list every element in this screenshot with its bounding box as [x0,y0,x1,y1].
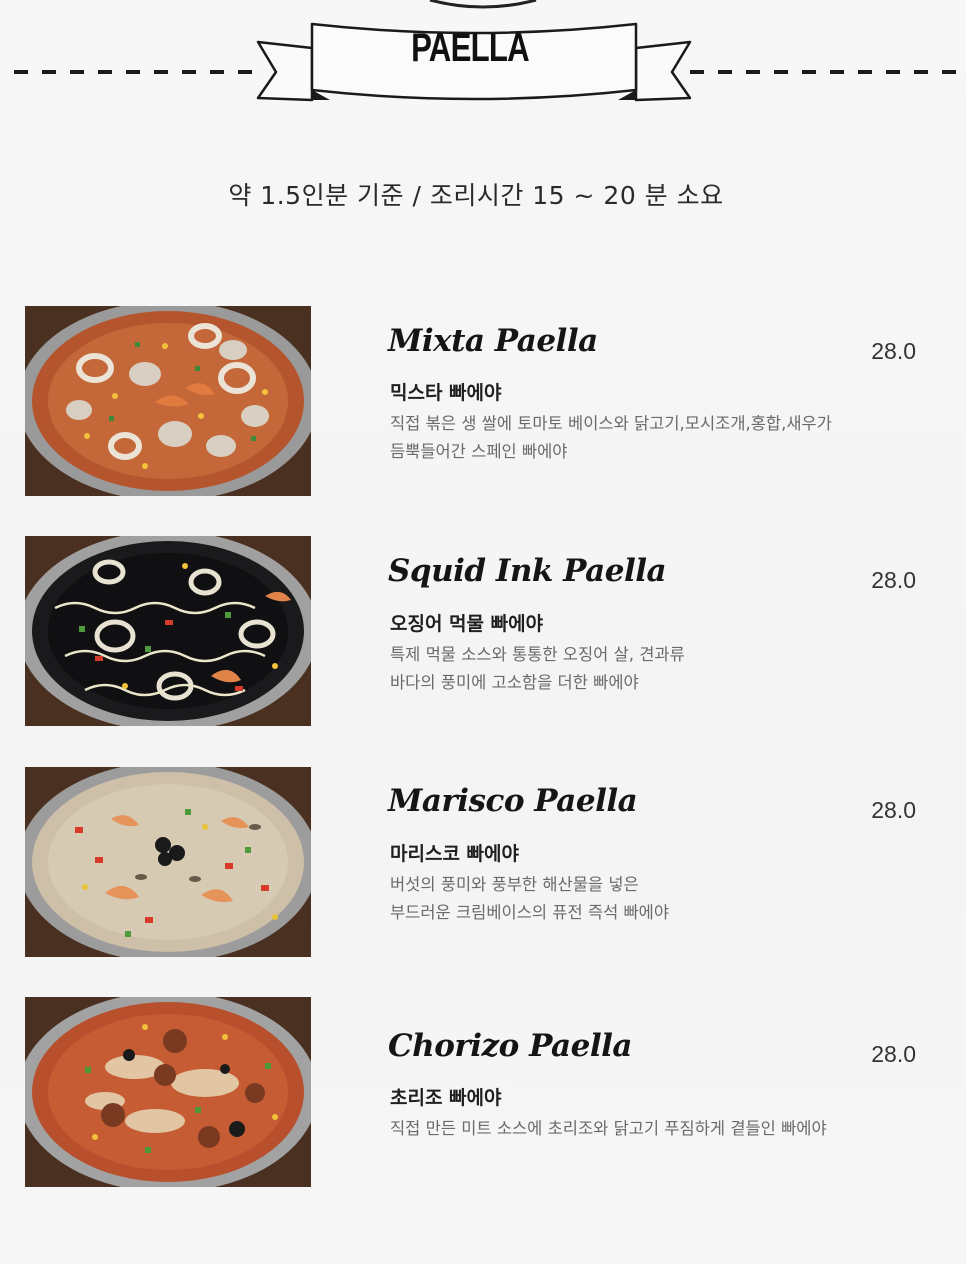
header-banner: PAELLA [0,0,966,130]
item-name: Marisco Paella [388,783,638,819]
description-line: 버섯의 풍미와 풍부한 해산물을 넣은 [390,875,639,894]
description-line: 특제 먹물 소스와 통통한 오징어 살, 견과류 [390,645,685,664]
item-description: 직접 볶은 생 쌀에 토마토 베이스와 닭고기,모시조개,홍합,새우가 듬뿍들어… [390,410,930,466]
description-line: 직접 만든 미트 소스에 초리조와 닭고기 푸짐하게 곁들인 빠에야 [390,1119,827,1138]
item-name: Mixta Paella [388,323,598,359]
item-korean-name: 오징어 먹물 빠에야 [390,613,544,635]
page-title: PAELLA [411,26,530,70]
item-name: Squid Ink Paella [388,553,667,589]
chorizo-paella-photo [25,997,311,1187]
item-korean-name: 믹스타 빠에야 [390,382,502,404]
description-line: 직접 볶은 생 쌀에 토마토 베이스와 닭고기,모시조개,홍합,새우가 [390,414,832,433]
squid-ink-paella-photo [25,536,311,726]
item-description: 버섯의 풍미와 풍부한 해산물을 넣은 부드러운 크림베이스의 퓨전 즉석 빠에… [390,871,930,927]
item-korean-name: 초리조 빠에야 [390,1087,502,1109]
item-price: 28.0 [871,797,916,823]
menu-page: PAELLA 약 1.5인분 기준 / 조리시간 15 ~ 20 분 소요 Mi… [0,0,966,1264]
mixta-paella-photo [25,306,311,496]
marisco-paella-photo [25,767,311,957]
item-korean-name: 마리스코 빠에야 [390,843,519,865]
item-name: Chorizo Paella [388,1028,633,1064]
item-description: 직접 만든 미트 소스에 초리조와 닭고기 푸짐하게 곁들인 빠에야 [390,1115,930,1143]
description-line: 부드러운 크림베이스의 퓨전 즉석 빠에야 [390,903,670,922]
description-line: 바다의 풍미에 고소함을 더한 빠에야 [390,673,639,692]
item-price: 28.0 [871,338,916,364]
item-description: 특제 먹물 소스와 통통한 오징어 살, 견과류 바다의 풍미에 고소함을 더한… [390,641,930,697]
item-price: 28.0 [871,567,916,593]
item-price: 28.0 [871,1041,916,1067]
serving-info: 약 1.5인분 기준 / 조리시간 15 ~ 20 분 소요 [228,181,724,210]
description-line: 듬뿍들어간 스페인 빠에야 [390,442,568,461]
